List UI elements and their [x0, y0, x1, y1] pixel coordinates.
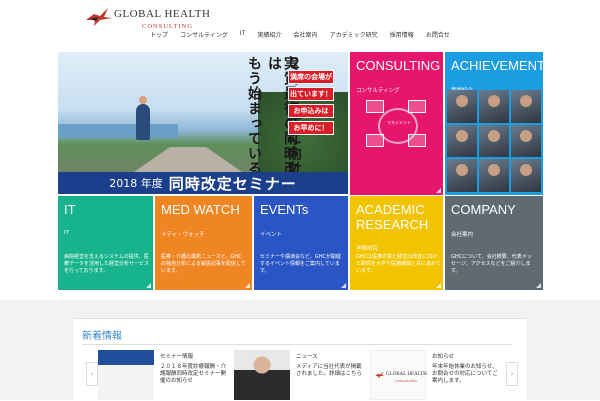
tile-achievements-title: ACHIEVEMENTS [451, 58, 543, 73]
news-item-heading: セミナー情報 [160, 354, 194, 360]
nav-item-company[interactable]: 会社案内 [294, 30, 318, 44]
tile-medwatch-sub: メディ・ウォッチ [161, 232, 205, 238]
news-item-body: ２０１８年度診療報酬・介護報酬同時改定セミナー開催のお知らせ [160, 364, 227, 384]
tile-academic-desc: GHCは医療の質と経営の改善に向けた研究を大学や医療機関と共に進めています。 [356, 254, 442, 274]
tile-consulting-title: CONSULTING [356, 58, 441, 73]
callout-line-1: 満席の会場が [288, 70, 334, 84]
corner-arrow-icon [245, 283, 250, 288]
tile-academic[interactable]: ACADEMIC RESEARCH 学術研究 GHCは医療の質と経営の改善に向け… [350, 196, 443, 290]
carousel-prev-button[interactable]: ‹ [86, 362, 98, 386]
logo-sub: CONSULTING [142, 23, 193, 30]
tile-it-title: IT [64, 202, 76, 217]
tile-academic-title: ACADEMIC RESEARCH [356, 202, 429, 232]
diagram-center-label: マネジメント [387, 120, 411, 125]
person-photo [447, 124, 477, 158]
corner-arrow-icon [341, 283, 346, 288]
tile-company-title: COMPANY [451, 202, 516, 217]
nav-item-academic[interactable]: アカデミック研究 [330, 30, 378, 44]
tile-medwatch[interactable]: MED WATCH メディ・ウォッチ 医療・介護の最新ニュースと、GHCの独自分… [155, 196, 252, 290]
tile-consulting-sub: コンサルティング [356, 88, 400, 94]
diagram-box [366, 134, 384, 147]
person-photo [479, 159, 509, 192]
tile-events-desc: セミナーや講演会など、GHCが開催するイベント情報をご案内しています。 [260, 254, 341, 274]
news-item[interactable]: GLOBAL HEALTH CONSULTING お知らせ 年末年始休業のお知ら… [370, 350, 500, 400]
news-item-text: セミナー情報 ２０１８年度診療報酬・介護報酬同時改定セミナー開催のお知らせ [160, 352, 230, 385]
tile-events-title: EVENTs [260, 202, 309, 217]
person-photo [447, 90, 477, 123]
news-thumbnail [98, 350, 154, 400]
nav-item-contact[interactable]: お問合せ [426, 30, 450, 44]
corner-arrow-icon [146, 283, 151, 288]
person-photo [447, 159, 477, 192]
consulting-diagram: マネジメント [362, 94, 432, 154]
corner-arrow-icon [536, 283, 541, 288]
site-header: GLOBAL HEALTH CONSULTING トップ コンサルティング IT… [0, 0, 600, 50]
callout-line-3: お申込みは [288, 104, 334, 118]
tile-medwatch-desc: 医療・介護の最新ニュースと、GHCの独自分析による解説記事を配信しています。 [161, 254, 246, 274]
tile-achievements[interactable]: ACHIEVEMENTS 実績紹介 [445, 52, 543, 195]
diagram-box [408, 134, 426, 147]
nav-item-achievements[interactable]: 実績紹介 [257, 30, 281, 44]
person-photo [479, 124, 509, 158]
tile-events[interactable]: EVENTs イベント セミナーや講演会など、GHCが開催するイベント情報をご案… [254, 196, 348, 290]
callout-line-2: 出ています！ [288, 87, 334, 101]
news-thumbnail [234, 350, 290, 400]
callout-line-4: お早めに！ [288, 121, 334, 135]
news-item[interactable]: セミナー情報 ２０１８年度診療報酬・介護報酬同時改定セミナー開催のお知らせ [98, 350, 228, 400]
tile-events-sub: イベント [260, 232, 283, 238]
news-section-title: 新着情報 [82, 331, 122, 342]
news-thumbnail: GLOBAL HEALTH CONSULTING [370, 350, 427, 400]
bird-logo-icon [86, 8, 112, 26]
runner-figure [136, 96, 150, 140]
corner-arrow-icon [436, 283, 441, 288]
tile-company[interactable]: COMPANY 会社案内 GHCについて、会社概要、代表メッセージ、アクセスなど… [445, 196, 543, 290]
hero-vertical-text-3: もう始まっている― [246, 56, 262, 191]
tile-academic-sub: 学術研究 [356, 246, 379, 252]
nav-item-consulting[interactable]: コンサルティング [180, 30, 228, 44]
news-item-body: メディアに当社代表が掲載されました。詳細はこちら [296, 364, 363, 377]
diagram-box [366, 100, 384, 113]
tile-company-sub: 会社案内 [451, 232, 474, 238]
tile-consulting[interactable]: CONSULTING コンサルティング マネジメント [350, 52, 443, 195]
nav-item-recruit[interactable]: 採用情報 [390, 30, 414, 44]
diagram-box [408, 100, 426, 113]
tile-it-desc: 病院経営を支えるシステムの提供、医療データを活用した経営分析サービスを行っており… [64, 254, 150, 274]
person-photo [479, 90, 509, 123]
tile-it[interactable]: IT IT 病院経営を支えるシステムの提供、医療データを活用した経営分析サービス… [58, 196, 153, 290]
person-photo [511, 90, 541, 123]
carousel-next-button[interactable]: › [506, 362, 518, 386]
nav-item-top[interactable]: トップ [150, 30, 168, 44]
thumb-logo-sub: CONSULTING [395, 379, 418, 383]
nav-item-it[interactable]: IT [240, 30, 245, 44]
tile-company-desc: GHCについて、会社概要、代表メッセージ、アクセスなどをご紹介します。 [451, 254, 532, 274]
hero-title-banner: 2018 年度 同時改定セミナー [58, 172, 348, 194]
banner-title: 同時改定セミナー [168, 174, 297, 193]
hero-callout: 満席の会場が 出ています！ お申込みは お早めに！ [288, 70, 334, 135]
news-item[interactable]: ニュース メディアに当社代表が掲載されました。詳細はこちら [234, 350, 364, 400]
thumb-logo-name: GLOBAL HEALTH [386, 372, 427, 377]
news-item-body: 年末年始休業のお知らせ。お問合せの対応についてご案内します。 [432, 364, 498, 384]
news-item-heading: お知らせ [432, 354, 454, 360]
banner-year: 2018 年度 [109, 177, 163, 190]
logo-name: GLOBAL HEALTH [114, 8, 211, 20]
corner-arrow-icon [436, 188, 441, 193]
person-photo [511, 159, 541, 192]
news-item-heading: ニュース [296, 354, 318, 360]
person-photo [511, 124, 541, 158]
tile-medwatch-title: MED WATCH [161, 202, 240, 217]
news-item-text: ニュース メディアに当社代表が掲載されました。詳細はこちら [296, 352, 366, 378]
achievements-photo-grid [447, 90, 541, 192]
tile-it-sub: IT [64, 230, 69, 236]
news-item-text: お知らせ 年末年始休業のお知らせ。お問合せの対応についてご案内します。 [432, 352, 502, 385]
bird-logo-icon [375, 371, 385, 379]
hero-sea [58, 124, 178, 138]
news-divider [82, 344, 512, 345]
main-nav: トップ コンサルティング IT 実績紹介 会社案内 アカデミック研究 採用情報 … [150, 30, 450, 44]
